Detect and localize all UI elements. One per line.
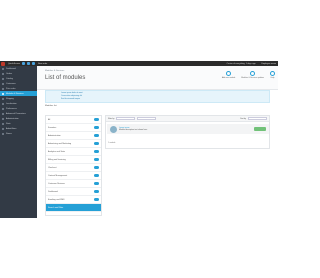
panel-title: Modules list	[45, 105, 57, 107]
filter-item[interactable]: Content Management	[46, 172, 101, 180]
count-badge	[94, 142, 99, 145]
count-badge	[94, 118, 99, 121]
info-alert: Lorem ipsum dolor sit amet Consectetur a…	[45, 90, 270, 103]
logo-icon[interactable]	[1, 61, 5, 66]
modules-icon	[2, 92, 4, 95]
info-line[interactable]: Consectetur adipiscing elit	[61, 95, 269, 97]
store-icon	[2, 127, 4, 130]
add-icon	[226, 71, 232, 76]
messages-icon[interactable]	[32, 62, 36, 65]
advanced-icon	[2, 112, 4, 115]
refresh-icon	[250, 71, 256, 76]
install-button[interactable]	[254, 127, 266, 131]
filter-item[interactable]: Analytics and Stats	[46, 148, 101, 156]
sort-select[interactable]	[248, 117, 267, 120]
filter-item[interactable]: Dashboard	[46, 188, 101, 196]
customers-icon[interactable]	[27, 62, 31, 65]
dashboard-icon	[2, 67, 4, 70]
breadcrumb[interactable]: Modules & Services	[45, 70, 64, 72]
filter-item[interactable]: Favorites	[46, 124, 101, 132]
preferences-icon	[2, 107, 4, 110]
filter-item[interactable]: Advertising and Marketing	[46, 140, 101, 148]
count-badge	[94, 174, 99, 177]
administration-icon	[2, 117, 4, 120]
sidebar: Dashboard Orders Catalog Customers Price…	[0, 66, 37, 218]
filter-item[interactable]: Customer Reviews	[46, 180, 101, 188]
module-list-panel: Filter by Sort by Lorem ipsum Module des…	[105, 115, 270, 149]
sort-label: Sort by	[240, 117, 246, 120]
count-badge	[94, 166, 99, 169]
module-logo-icon	[110, 125, 117, 133]
orders-icon[interactable]	[22, 62, 26, 65]
module-row[interactable]: Lorem ipsum Module description text show…	[107, 124, 269, 134]
filter-item-active[interactable]: Search and Filter	[46, 204, 101, 212]
notifications-text[interactable]: Center of everything, 1 days ago	[227, 63, 256, 65]
help-button[interactable]: Help	[270, 71, 275, 79]
count-badge	[94, 190, 99, 193]
filter-item[interactable]: Checkout	[46, 164, 101, 172]
toolbar: Add new module Modules & Services update…	[222, 71, 275, 79]
info-line[interactable]: Sed do eiusmod tempor	[61, 98, 269, 100]
list-filter-bar: Filter by Sort by	[106, 116, 269, 122]
page-header: Modules & Services List of modules Add n…	[37, 66, 278, 90]
new-order-link[interactable]: New order	[38, 63, 47, 65]
filter-item[interactable]: Administration	[46, 132, 101, 140]
count-badge	[94, 150, 99, 153]
help-icon	[270, 71, 275, 76]
localization-icon	[2, 102, 4, 105]
count-badge	[94, 134, 99, 137]
catalog-icon	[2, 77, 4, 80]
category-filter-panel: All Favorites Administration Advertising…	[45, 115, 102, 216]
filter-select[interactable]	[137, 117, 157, 120]
count-badge	[94, 126, 99, 129]
filter-item[interactable]: Billing and Invoicing	[46, 156, 101, 164]
info-line[interactable]: Lorem ipsum dolor sit amet	[61, 92, 269, 94]
count-badge	[94, 198, 99, 201]
count-badge	[94, 158, 99, 161]
filter-label: Filter by	[108, 117, 115, 120]
stores-icon	[2, 132, 4, 135]
module-info: Lorem ipsum Module description text show…	[119, 127, 147, 131]
module-count: 1 module	[108, 142, 116, 144]
quick-access-menu[interactable]: Quick Access	[8, 63, 20, 65]
count-badge	[94, 182, 99, 185]
price-rules-icon	[2, 87, 4, 90]
stats-icon	[2, 122, 4, 125]
shipping-icon	[2, 97, 4, 100]
filter-item[interactable]: All	[46, 116, 101, 124]
customers-icon	[2, 82, 4, 85]
updates-button[interactable]: Modules & Services updates	[241, 71, 264, 79]
user-menu[interactable]: Employee name	[262, 63, 276, 65]
filter-item[interactable]: Emailing and SMS	[46, 196, 101, 204]
add-module-button[interactable]: Add new module	[222, 71, 235, 79]
page-title: List of modules	[45, 75, 86, 81]
filter-select[interactable]	[116, 117, 136, 120]
module-description: Module description text shown here	[119, 129, 148, 131]
orders-icon	[2, 72, 4, 75]
sidebar-item-stores[interactable]: Stores	[0, 131, 37, 136]
